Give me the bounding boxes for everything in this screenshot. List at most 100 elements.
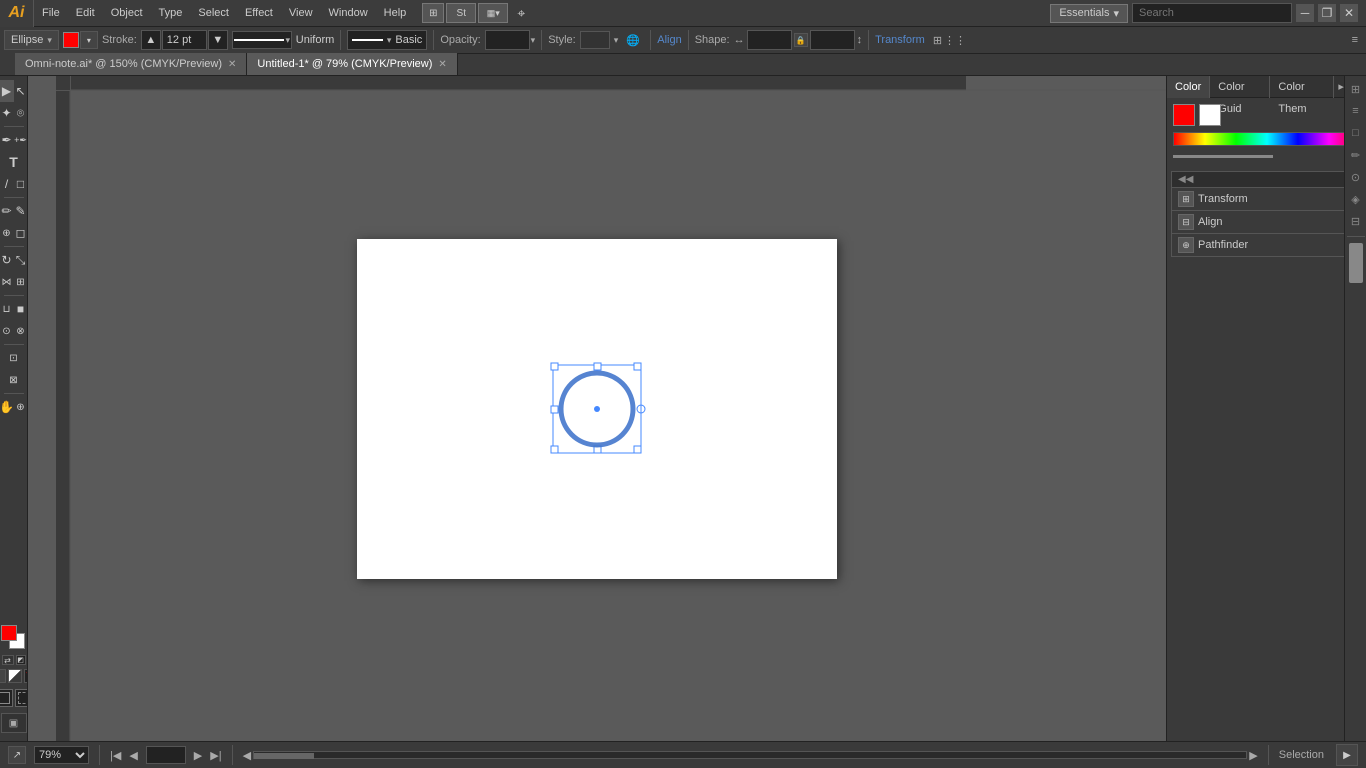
background-color-square[interactable] <box>1199 104 1221 126</box>
hand-tool[interactable]: ✋ <box>0 396 14 418</box>
rotate-tool[interactable]: ↻ <box>0 249 14 271</box>
blob-tool[interactable]: ⊕ <box>0 222 14 244</box>
free-transform-tool[interactable]: ⊞ <box>14 271 28 293</box>
blend-tool[interactable]: ⊗ <box>14 320 28 342</box>
width-input[interactable]: 70 pt <box>747 30 792 50</box>
pen-tool[interactable]: ✒ <box>0 129 14 151</box>
magic-wand-tool[interactable]: ✦ <box>0 102 14 124</box>
menu-edit[interactable]: Edit <box>68 0 103 27</box>
opacity-input[interactable]: 100% <box>485 30 530 50</box>
align-extra-icon[interactable]: ⊞ <box>933 34 942 47</box>
menu-file[interactable]: File <box>34 0 68 27</box>
menu-help[interactable]: Help <box>376 0 415 27</box>
search-input[interactable] <box>1132 3 1292 23</box>
color-theme-tab[interactable]: Color Them <box>1270 76 1334 98</box>
page-input[interactable]: 1 <box>146 746 186 764</box>
default-colors-btn[interactable]: ◩ <box>16 655 26 665</box>
scroll-handle[interactable] <box>1349 243 1363 283</box>
slice-tool[interactable]: ⊠ <box>1 369 27 391</box>
menu-window[interactable]: Window <box>321 0 376 27</box>
mode-btn-2[interactable]: St <box>446 3 476 23</box>
height-input[interactable]: 70 pt <box>810 30 855 50</box>
brush-icon[interactable]: ⌖ <box>510 3 532 23</box>
draw-behind-btn[interactable] <box>15 689 29 707</box>
close-button[interactable]: ✕ <box>1340 4 1358 22</box>
align-panel-row[interactable]: ⊟ Align <box>1172 211 1361 233</box>
direct-selection-tool[interactable]: ↖ <box>14 80 28 102</box>
next-page-btn[interactable]: ▶ <box>194 749 202 762</box>
fill-swatch[interactable] <box>1 625 17 641</box>
shape-builder-tool[interactable]: ⊔ <box>0 298 14 320</box>
lasso-tool[interactable]: ⌾ <box>14 102 28 124</box>
artboard-icon[interactable]: □ <box>1347 124 1365 142</box>
fill-color-swatch[interactable] <box>63 32 79 48</box>
restore-button[interactable]: ❐ <box>1318 4 1336 22</box>
pathfinder-panel-row[interactable]: ⊕ Pathfinder <box>1172 234 1361 256</box>
mode-btn-1[interactable]: ⊞ <box>422 3 444 23</box>
warp-tool[interactable]: ⋈ <box>0 271 14 293</box>
pencil-tool[interactable]: ✎ <box>14 200 28 222</box>
tab-close-btn[interactable]: ✕ <box>228 59 236 70</box>
scroll-right-btn[interactable]: ▶ <box>1249 749 1257 762</box>
foreground-color-square[interactable] <box>1173 104 1195 126</box>
mode-btn-3[interactable]: ▦▾ <box>478 3 508 23</box>
transform-panel-row[interactable]: ⊞ Transform <box>1172 188 1361 210</box>
shape-selector[interactable]: Ellipse ▾ <box>4 30 59 50</box>
swap-colors-btn[interactable]: ⇄ <box>2 655 14 665</box>
web-icon[interactable]: 🌐 <box>622 29 644 51</box>
normal-draw-btn[interactable] <box>0 689 13 707</box>
opacity-chevron-icon[interactable]: ▾ <box>531 35 536 46</box>
status-menu-btn[interactable]: ▶ <box>1336 744 1358 766</box>
add-anchor-tool[interactable]: +✒ <box>14 129 28 151</box>
scale-tool[interactable]: ⤡ <box>14 249 28 271</box>
grid-icon[interactable]: ⊞ <box>1347 80 1365 98</box>
gradient-mode-btn[interactable] <box>8 669 22 683</box>
transform-btn[interactable]: Transform <box>875 34 925 46</box>
type-tool[interactable]: T <box>1 151 27 173</box>
mini-panel-collapse-icon[interactable]: ◀◀ <box>1178 174 1193 185</box>
menu-select[interactable]: Select <box>190 0 237 27</box>
first-page-btn[interactable]: |◀ <box>110 749 121 762</box>
color-guide-tab[interactable]: Color Guid <box>1210 76 1270 98</box>
tab-omni-note[interactable]: Omni-note.ai* @ 150% (CMYK/Preview) ✕ <box>15 53 247 75</box>
menu-effect[interactable]: Effect <box>237 0 281 27</box>
presentation-mode-btn[interactable]: ▣ <box>1 713 27 733</box>
paintbrush-tool[interactable]: ✏ <box>0 200 14 222</box>
scrollbar-track[interactable] <box>253 751 1247 759</box>
symbol-panel-icon[interactable]: ◈ <box>1347 190 1365 208</box>
gradient-tool[interactable]: ■ <box>14 298 28 320</box>
zoom-tool[interactable]: ⊕ <box>14 396 28 418</box>
export-btn[interactable]: ↗ <box>8 746 26 764</box>
shape-tool[interactable]: □ <box>14 173 28 195</box>
tab-close-active-btn[interactable]: ✕ <box>438 59 446 70</box>
zoom-selector[interactable]: 79% 100% 150% 50% <box>34 746 89 764</box>
line-tool[interactable]: / <box>0 173 14 195</box>
stroke-style-selector[interactable]: ▾ Basic <box>347 30 427 50</box>
essentials-button[interactable]: Essentials ▾ <box>1050 4 1128 23</box>
brush-panel-icon[interactable]: ✏ <box>1347 146 1365 164</box>
style-selector[interactable] <box>580 31 610 49</box>
color-tab[interactable]: Color <box>1167 76 1210 98</box>
stroke-type-selector[interactable]: ▾ <box>232 31 292 49</box>
scroll-left-btn[interactable]: ◀ <box>243 749 251 762</box>
artboard-tool[interactable]: ⊡ <box>1 347 27 369</box>
layers-icon[interactable]: ≡ <box>1347 102 1365 120</box>
color-mode-btn[interactable] <box>0 669 6 683</box>
swatch-panel-icon[interactable]: ⊙ <box>1347 168 1365 186</box>
selection-tool[interactable]: ▶ <box>0 80 14 102</box>
menu-type[interactable]: Type <box>151 0 191 27</box>
menu-object[interactable]: Object <box>103 0 151 27</box>
color-spectrum-bar[interactable] <box>1173 132 1361 146</box>
tab-untitled[interactable]: Untitled-1* @ 79% (CMYK/Preview) ✕ <box>247 53 457 75</box>
menu-view[interactable]: View <box>281 0 321 27</box>
last-page-btn[interactable]: ▶| <box>210 749 221 762</box>
more-options-icon[interactable]: ⋮⋮ <box>944 34 966 47</box>
align-btn[interactable]: Align <box>657 34 681 46</box>
eyedropper-tool[interactable]: ⊙ <box>0 320 14 342</box>
stroke-value-input[interactable]: 12 pt <box>162 30 207 50</box>
eraser-tool[interactable]: ◻ <box>14 222 28 244</box>
align-panel-icon[interactable]: ⊟ <box>1347 212 1365 230</box>
fill-options-btn[interactable]: ▾ <box>80 31 98 49</box>
style-chevron-icon[interactable]: ▾ <box>614 35 619 46</box>
minimize-button[interactable]: ─ <box>1296 4 1314 22</box>
